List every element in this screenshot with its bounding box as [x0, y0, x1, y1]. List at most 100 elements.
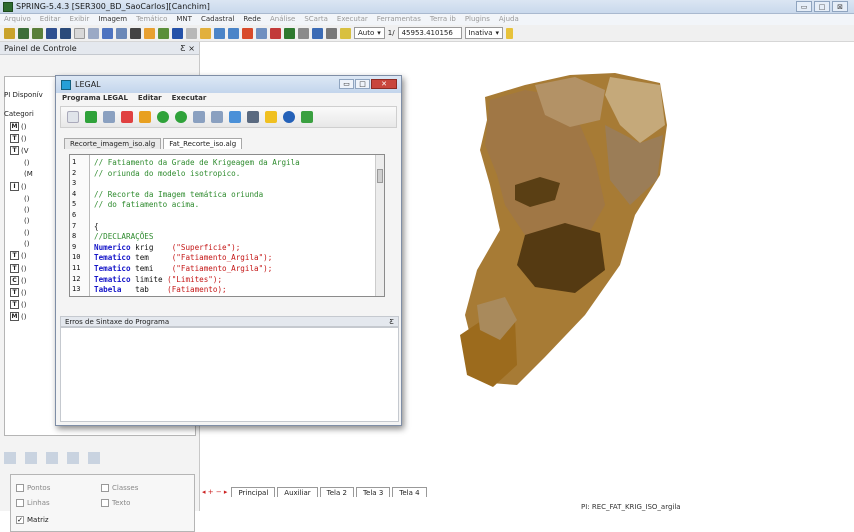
tree-item[interactable]: T (V	[10, 146, 29, 155]
menu-ajuda[interactable]: Ajuda	[499, 14, 519, 25]
pencil-icon[interactable]	[60, 27, 71, 39]
zoom-out-icon[interactable]	[228, 27, 239, 39]
legal-menu-editar[interactable]: Editar	[138, 93, 162, 104]
menu-tematico[interactable]: Temático	[136, 14, 167, 25]
search-icon[interactable]	[193, 111, 205, 123]
info-icon[interactable]	[172, 27, 183, 39]
tree-item[interactable]: T()	[10, 264, 26, 273]
back-icon[interactable]	[256, 27, 267, 39]
tree-item[interactable]: T()	[10, 300, 26, 309]
tree-item[interactable]: ()	[24, 240, 29, 248]
tree-item[interactable]: ()	[24, 217, 29, 225]
move-icon[interactable]	[158, 27, 169, 39]
tree-item[interactable]: ()	[24, 159, 29, 167]
light-icon[interactable]	[340, 27, 351, 39]
rectangle-icon[interactable]	[74, 27, 85, 39]
legal-close-button[interactable]: ✕	[371, 79, 397, 89]
minimize-button[interactable]: ▭	[796, 1, 812, 12]
pan-icon[interactable]	[144, 27, 155, 39]
database-icon[interactable]	[4, 27, 15, 39]
tab-auxiliar[interactable]: Auxiliar	[277, 487, 318, 497]
measure-icon[interactable]	[186, 27, 197, 39]
run-icon[interactable]	[301, 111, 313, 123]
layer-down-icon[interactable]	[67, 452, 79, 464]
auto-select[interactable]: Auto ▾	[354, 27, 385, 39]
check-texto[interactable]: Texto	[101, 499, 130, 507]
menu-exibir[interactable]: Exibir	[70, 14, 90, 25]
table-icon[interactable]	[229, 111, 241, 123]
pen-icon[interactable]	[247, 111, 259, 123]
window-icon[interactable]	[312, 27, 323, 39]
cut-icon[interactable]	[88, 27, 99, 39]
tree-item[interactable]: ()	[24, 195, 29, 203]
zoom-in-icon[interactable]	[214, 27, 225, 39]
close-button[interactable]: ⊠	[832, 1, 848, 12]
menu-scarta[interactable]: SCarta	[304, 14, 328, 25]
tab-tela-4[interactable]: Tela 4	[392, 487, 427, 497]
star-icon[interactable]	[139, 111, 151, 123]
checkbox-matriz[interactable]: ✓	[16, 516, 24, 524]
editor-scrollbar[interactable]	[375, 155, 384, 296]
menu-executar[interactable]: Executar	[337, 14, 368, 25]
zoom-area-icon[interactable]	[242, 27, 253, 39]
legal-menu-programa[interactable]: Programa LEGAL	[62, 93, 128, 104]
draw-icon[interactable]	[200, 27, 211, 39]
new-file-icon[interactable]	[67, 111, 79, 123]
tab-recorte-imagem[interactable]: Recorte_imagem_iso.alg	[64, 138, 162, 149]
tree-item[interactable]: (M	[24, 170, 33, 178]
thematic-map[interactable]	[405, 65, 685, 410]
hand-icon[interactable]	[270, 27, 281, 39]
tree-item[interactable]: T()	[10, 288, 26, 297]
legal-maximize-button[interactable]: □	[355, 79, 370, 89]
delete-icon[interactable]	[121, 111, 133, 123]
legal-menu-executar[interactable]: Executar	[172, 93, 207, 104]
tree-item[interactable]: ()	[24, 229, 29, 237]
menu-arquivo[interactable]: Arquivo	[4, 14, 31, 25]
maximize-button[interactable]: □	[814, 1, 830, 12]
image-icon[interactable]	[102, 27, 113, 39]
tree-item[interactable]: ()	[24, 206, 29, 214]
query-icon[interactable]	[326, 27, 337, 39]
format-icon[interactable]	[211, 111, 223, 123]
menu-plugins[interactable]: Plugins	[465, 14, 490, 25]
cursor-icon[interactable]	[298, 27, 309, 39]
tab-fat-recorte[interactable]: Fat_Recorte_iso.alg	[163, 138, 243, 149]
light-icon[interactable]	[265, 111, 277, 123]
layer-up-icon[interactable]	[46, 452, 58, 464]
tree-item[interactable]: I()	[10, 182, 26, 191]
menu-terraib[interactable]: Terra ib	[430, 14, 456, 25]
menu-editar[interactable]: Editar	[40, 14, 61, 25]
help-icon[interactable]	[506, 27, 514, 39]
check-linhas[interactable]: Linhas	[16, 499, 50, 507]
visual-icon[interactable]	[88, 452, 100, 464]
layer-icon[interactable]	[32, 27, 43, 39]
checkbox-texto[interactable]	[101, 499, 109, 507]
back-icon[interactable]	[157, 111, 169, 123]
code-editor[interactable]: 1 2 3 4 5 6 7 8 9 10 11 12 13 // Fatiamento da Grade…	[69, 154, 385, 297]
tab-principal[interactable]: Principal	[231, 487, 276, 497]
scale-input[interactable]: 45953.410156	[397, 27, 462, 39]
tree-item[interactable]: M()	[10, 122, 26, 131]
panel-pin-close[interactable]: Ƹ ×	[180, 42, 195, 54]
tab-tela-2[interactable]: Tela 2	[319, 487, 354, 497]
tree-item[interactable]: T()	[10, 134, 26, 143]
menu-rede[interactable]: Rede	[243, 14, 261, 25]
forward-icon[interactable]	[175, 111, 187, 123]
menu-imagem[interactable]: Imagem	[98, 14, 127, 25]
list-icon[interactable]	[4, 452, 16, 464]
checkbox-pontos[interactable]	[16, 484, 24, 492]
menu-analise[interactable]: Análise	[270, 14, 295, 25]
help-icon[interactable]	[283, 111, 295, 123]
checkbox-linhas[interactable]	[16, 499, 24, 507]
view-tab-controls[interactable]: ◂ + − ▸	[200, 487, 230, 497]
check-matriz[interactable]: ✓ Matriz	[16, 516, 49, 524]
view-icon[interactable]	[25, 452, 37, 464]
menu-mnt[interactable]: MNT	[176, 14, 192, 25]
project-icon[interactable]	[18, 27, 29, 39]
palette-icon[interactable]	[284, 27, 295, 39]
tree-item[interactable]: M()	[10, 312, 26, 321]
tree-item[interactable]: T()	[10, 251, 26, 260]
checkbox-classes[interactable]	[101, 484, 109, 492]
check-classes[interactable]: Classes	[101, 484, 138, 492]
syntax-errors-pin[interactable]: Ƹ	[389, 317, 394, 326]
